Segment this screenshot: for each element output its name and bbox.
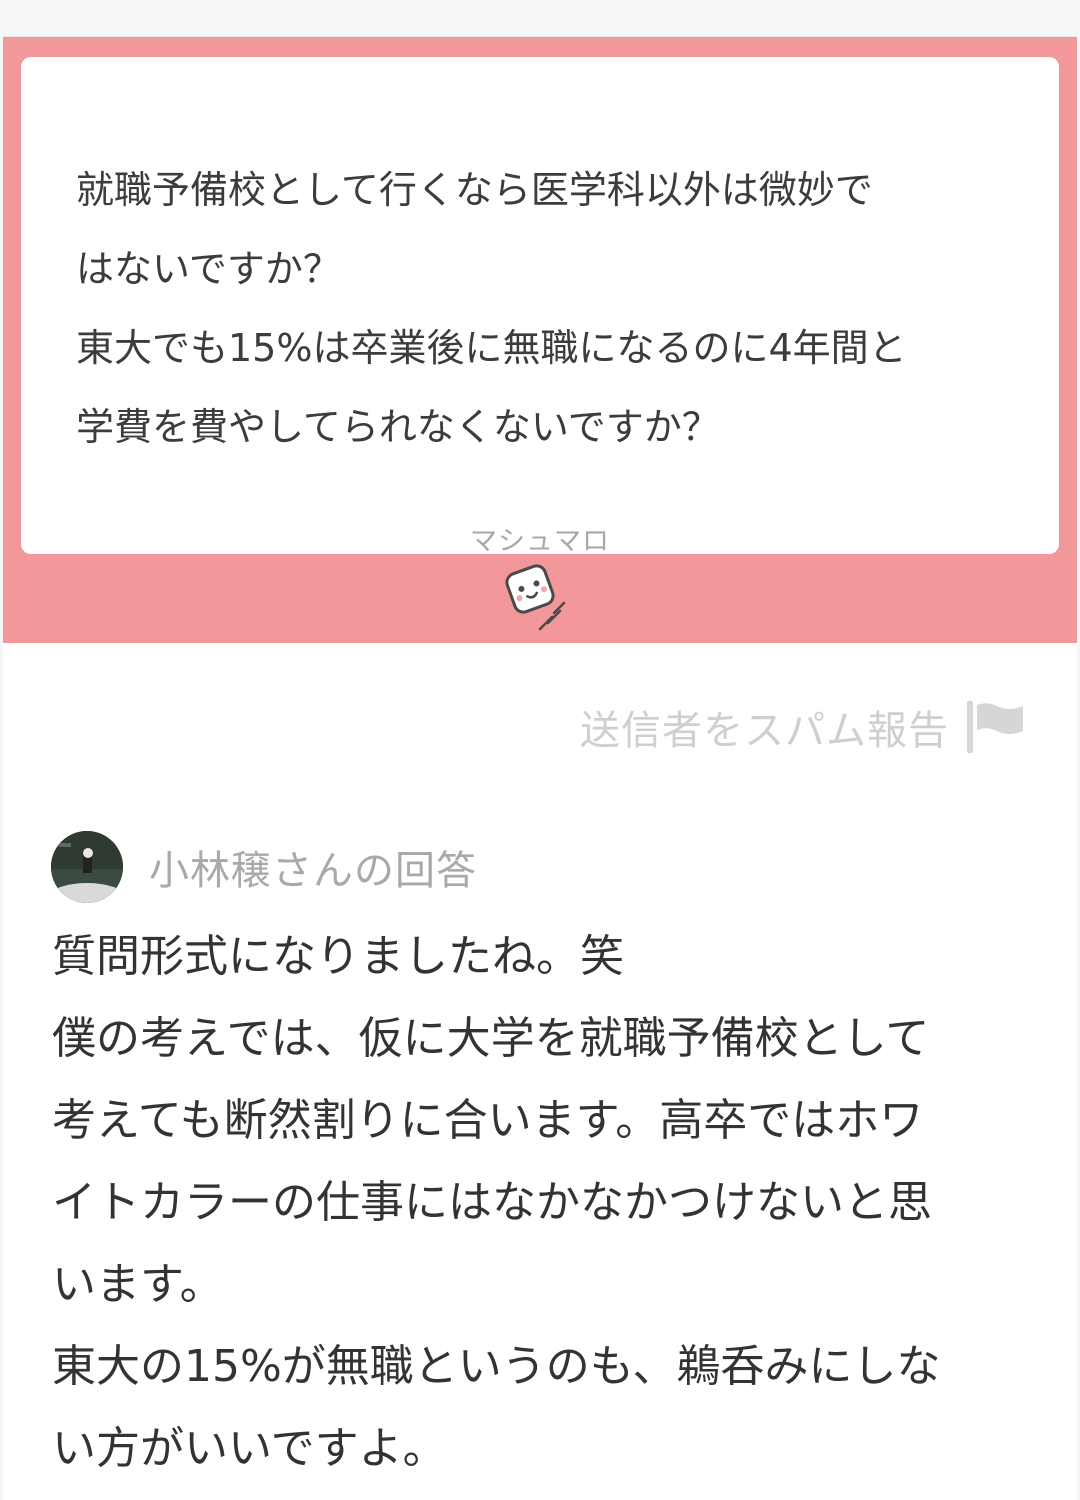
spam-report-button[interactable]: 送信者をスパム報告	[580, 697, 1027, 757]
question-card: 就職予備校として行くなら医学科以外は微妙で はないですか？ 東大でも15%は卒業…	[21, 57, 1059, 557]
spam-report-label: 送信者をスパム報告	[580, 708, 949, 754]
question-band: 就職予備校として行くなら医学科以外は微妙で はないですか？ 東大でも15%は卒業…	[3, 37, 1077, 643]
answerer-name: 小林穣さんの回答	[149, 848, 477, 894]
question-brand-label: マシュマロ	[470, 526, 610, 557]
avatar-image	[51, 831, 123, 903]
answer-text: 質問形式になりましたね。笑 僕の考えでは、仮に大学を就職予備校として 考えても断…	[52, 931, 941, 1474]
flag-icon	[967, 701, 1023, 753]
page: 就職予備校として行くなら医学科以外は微妙で はないですか？ 東大でも15%は卒業…	[0, 0, 1080, 1500]
question-text: 就職予備校として行くなら医学科以外は微妙で はないですか？ 東大でも15%は卒業…	[76, 168, 907, 449]
answer-card: 就職予備校として行くなら医学科以外は微妙で はないですか？ 東大でも15%は卒業…	[3, 36, 1077, 1500]
marshmallow-mascot-icon	[505, 564, 566, 631]
avatar[interactable]	[51, 831, 123, 903]
answer-header: 小林穣さんの回答	[51, 831, 477, 903]
